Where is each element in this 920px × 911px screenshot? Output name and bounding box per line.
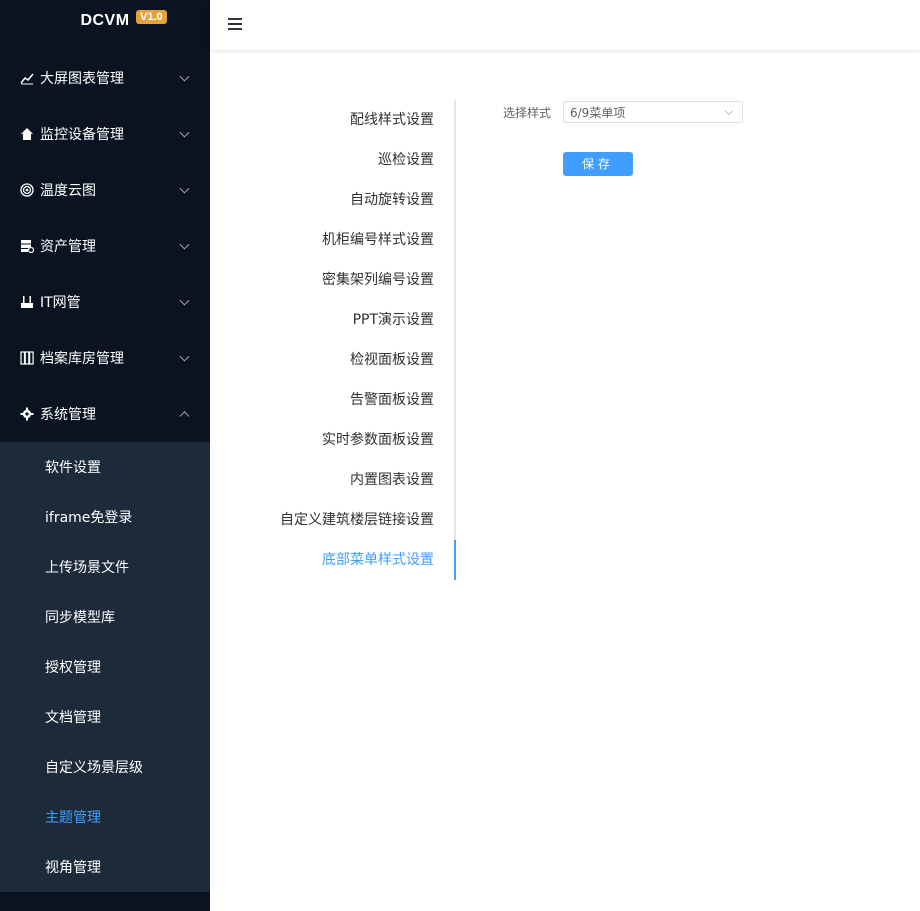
tab-realtime-panel[interactable]: 实时参数面板设置 — [210, 420, 454, 460]
tab-building-floor-links[interactable]: 自定义建筑楼层链接设置 — [210, 500, 454, 540]
system-submenu: 软件设置 iframe免登录 上传场景文件 同步模型库 授权管理 文档管理 自定… — [0, 442, 210, 892]
sidebar-item-archive[interactable]: 档案库房管理 — [0, 330, 210, 386]
home-icon — [20, 127, 34, 141]
submenu-item-license[interactable]: 授权管理 — [0, 642, 210, 692]
target-icon — [20, 183, 34, 197]
sidebar-item-thermal-map[interactable]: 温度云图 — [0, 162, 210, 218]
logo: DCVM V1.0 — [0, 0, 210, 42]
chevron-down-icon — [179, 351, 190, 362]
sidebar-item-label: 系统管理 — [40, 407, 96, 423]
tab-inspection[interactable]: 巡检设置 — [210, 140, 454, 180]
sidebar-item-monitor-devices[interactable]: 监控设备管理 — [0, 106, 210, 162]
sidebar-item-dashboard-charts[interactable]: 大屏图表管理 — [0, 50, 210, 106]
submenu-item-sync-models[interactable]: 同步模型库 — [0, 592, 210, 642]
tab-dense-rack-number[interactable]: 密集架列编号设置 — [210, 260, 454, 300]
tab-builtin-charts[interactable]: 内置图表设置 — [210, 460, 454, 500]
sidebar-item-label: 资产管理 — [40, 239, 96, 255]
tab-inspection-panel[interactable]: 检视面板设置 — [210, 340, 454, 380]
main-content: 配线样式设置 巡检设置 自动旋转设置 机柜编号样式设置 密集架列编号设置 PPT… — [210, 50, 920, 911]
sidebar-item-system[interactable]: 系统管理 — [0, 386, 210, 442]
archive-icon — [20, 351, 34, 365]
network-icon — [20, 295, 34, 309]
submenu-item-scene-levels[interactable]: 自定义场景层级 — [0, 742, 210, 792]
server-gear-icon — [20, 239, 34, 253]
chevron-down-icon — [179, 183, 190, 194]
style-select[interactable]: 6/9菜单项 — [563, 101, 743, 123]
chevron-down-icon — [179, 239, 190, 250]
chevron-down-icon — [179, 295, 190, 306]
submenu-item-upload-scene[interactable]: 上传场景文件 — [0, 542, 210, 592]
chevron-down-icon — [724, 106, 734, 116]
tab-auto-rotate[interactable]: 自动旋转设置 — [210, 180, 454, 220]
submenu-item-documents[interactable]: 文档管理 — [0, 692, 210, 742]
sidebar-item-label: 温度云图 — [40, 183, 96, 199]
version-badge: V1.0 — [136, 10, 167, 24]
tab-wiring-style[interactable]: 配线样式设置 — [210, 100, 454, 140]
submenu-item-view-angles[interactable]: 视角管理 — [0, 842, 210, 892]
submenu-item-iframe-login[interactable]: iframe免登录 — [0, 492, 210, 542]
save-button[interactable]: 保存 — [563, 152, 633, 176]
sidebar-item-label: 监控设备管理 — [40, 127, 124, 143]
logo-text: DCVM — [80, 12, 130, 29]
tab-cabinet-number-style[interactable]: 机柜编号样式设置 — [210, 220, 454, 260]
sidebar: DCVM V1.0 大屏图表管理 监控设备管理 温度云图 资产管理 IT网管 档… — [0, 0, 210, 911]
tab-alarm-panel[interactable]: 告警面板设置 — [210, 380, 454, 420]
sidebar-item-it-network[interactable]: IT网管 — [0, 274, 210, 330]
tab-bottom-menu-style[interactable]: 底部菜单样式设置 — [210, 540, 456, 580]
chevron-up-icon — [179, 411, 190, 422]
submenu-item-software-settings[interactable]: 软件设置 — [0, 442, 210, 492]
style-select-label: 选择样式 — [503, 106, 552, 120]
style-select-value: 6/9菜单项 — [570, 106, 626, 120]
sidebar-item-label: 大屏图表管理 — [40, 71, 124, 87]
chevron-down-icon — [179, 71, 190, 82]
submenu-item-theme[interactable]: 主题管理 — [0, 792, 210, 842]
sidebar-item-assets[interactable]: 资产管理 — [0, 218, 210, 274]
sidebar-item-label: IT网管 — [40, 295, 81, 311]
sidebar-item-label: 档案库房管理 — [40, 351, 124, 367]
settings-tabs: 配线样式设置 巡检设置 自动旋转设置 机柜编号样式设置 密集架列编号设置 PPT… — [210, 100, 456, 580]
menu-toggle-icon[interactable] — [228, 18, 242, 30]
tab-ppt-demo[interactable]: PPT演示设置 — [210, 300, 454, 340]
gear-icon — [20, 407, 34, 421]
chevron-down-icon — [179, 127, 190, 138]
top-bar — [210, 0, 920, 50]
chart-line-icon — [20, 71, 34, 85]
